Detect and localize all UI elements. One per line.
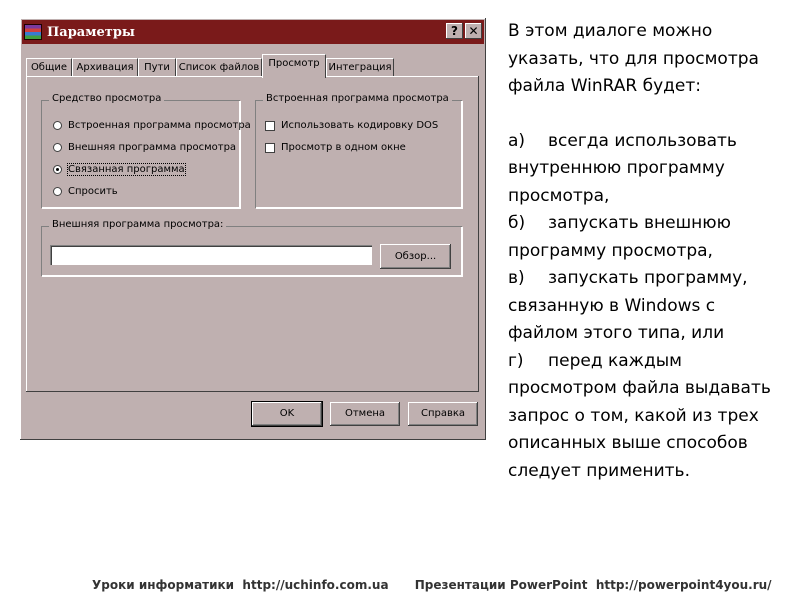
item-marker: а): [508, 130, 526, 151]
checkbox[interactable]: [265, 142, 275, 153]
radio-associated-program[interactable]: Связанная программа: [53, 163, 186, 176]
option-item-b: б) запускать внешнюю программу просмотра,: [508, 210, 788, 265]
checkbox-label: Просмотр в одном окне: [281, 142, 406, 153]
tab-paths[interactable]: Пути: [138, 58, 176, 76]
description-intro: В этом диалоге можно указать, что для пр…: [508, 21, 759, 96]
close-icon[interactable]: ✕: [465, 23, 482, 39]
tab-file-list[interactable]: Список файлов: [176, 58, 262, 76]
help-title-button[interactable]: ?: [446, 23, 463, 39]
item-marker: б): [508, 213, 526, 233]
radio-label: Встроенная программа просмотра: [68, 120, 251, 131]
title-bar[interactable]: Параметры ? ✕: [22, 20, 484, 44]
radio-button[interactable]: [53, 143, 62, 152]
description-text: В этом диалоге можно указать, что для пр…: [508, 18, 788, 485]
tab-viewer[interactable]: Просмотр: [262, 54, 326, 78]
tab-general[interactable]: Общие: [26, 58, 72, 76]
dialog-title: Параметры: [47, 24, 135, 40]
radio-internal-viewer[interactable]: Встроенная программа просмотра: [53, 120, 251, 131]
browse-button[interactable]: Обзор...: [380, 244, 451, 269]
checkbox[interactable]: [265, 120, 275, 131]
option-item-d: г) перед каждым просмотром файла выдавать…: [508, 348, 788, 486]
radio-label: Внешняя программа просмотра: [68, 142, 237, 153]
option-item-c: в) запускать программу, связанную в Windo…: [508, 265, 788, 348]
viewer-type-group-label: Средство просмотра: [49, 93, 165, 104]
item-text: перед каждым просмотром файла выдавать з…: [508, 350, 771, 481]
external-viewer-group-label: Внешняя программа просмотра:: [49, 219, 227, 230]
internal-viewer-group: Встроенная программа просмотра Использов…: [255, 93, 462, 208]
external-viewer-path-input[interactable]: [50, 245, 372, 265]
footer-left-link[interactable]: Уроки информатики http://uchinfo.com.ua: [92, 578, 389, 592]
tab-archiving[interactable]: Архивация: [72, 58, 138, 76]
radio-external-viewer[interactable]: Внешняя программа просмотра: [53, 142, 236, 153]
ok-button[interactable]: OK: [251, 401, 323, 427]
viewer-tab-panel: Средство просмотра Встроенная программа …: [26, 76, 479, 392]
checkbox-dos-encoding[interactable]: Использовать кодировку DOS: [265, 120, 438, 131]
radio-button[interactable]: [53, 187, 62, 196]
winrar-app-icon: [24, 24, 42, 40]
tab-integration[interactable]: Интеграция: [326, 58, 394, 76]
radio-button-selected[interactable]: [53, 165, 62, 174]
external-viewer-group: Внешняя программа просмотра: Обзор...: [41, 219, 462, 276]
footer: Уроки информатики http://uchinfo.com.ua …: [92, 578, 772, 592]
viewer-type-group: Средство просмотра Встроенная программа …: [41, 93, 251, 208]
checkbox-single-window[interactable]: Просмотр в одном окне: [265, 142, 406, 153]
cancel-button[interactable]: Отмена: [330, 402, 400, 426]
winrar-settings-dialog: Параметры ? ✕ Общие Архивация Пути Списо…: [20, 18, 486, 440]
item-marker: г): [508, 350, 524, 371]
option-item-a: а) всегда использовать внутреннюю програм…: [508, 128, 788, 211]
item-marker: в): [508, 268, 525, 288]
internal-viewer-group-label: Встроенная программа просмотра: [263, 93, 452, 104]
radio-label: Связанная программа: [67, 163, 186, 176]
help-button[interactable]: Справка: [408, 402, 478, 426]
radio-label: Спросить: [68, 186, 118, 197]
radio-button[interactable]: [53, 121, 62, 130]
checkbox-label: Использовать кодировку DOS: [281, 120, 439, 131]
radio-ask[interactable]: Спросить: [53, 186, 118, 197]
footer-right-link[interactable]: Презентации PowerPoint http://powerpoint…: [415, 578, 772, 592]
